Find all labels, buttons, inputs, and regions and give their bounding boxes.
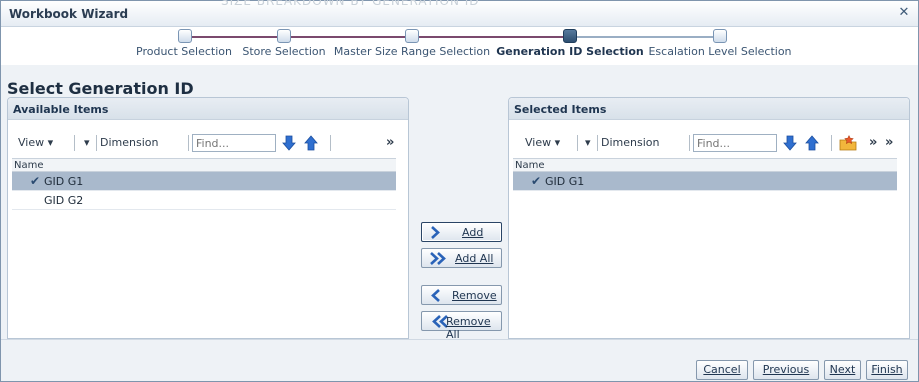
selected-find-input[interactable] [693, 134, 777, 152]
checkmark-icon: ✔ [30, 174, 41, 188]
move-down-arrow-icon[interactable] [282, 135, 296, 157]
toolbar-separator [831, 135, 832, 151]
available-items-table: Name ✔ GID G1 GID G2 [12, 158, 396, 210]
titlebar: SIZE BREAKDOWN BY GENERATION ID Workbook… [1, 0, 918, 27]
dropdown-arrow-icon: ▾ [47, 136, 54, 149]
table-row[interactable]: GID G2 [12, 191, 396, 210]
train-label-master-size[interactable]: Master Size Range Selection [334, 45, 490, 58]
available-panel-title: Available Items [13, 103, 109, 116]
dimension-label[interactable]: Dimension [100, 132, 158, 154]
view-menu[interactable]: View ▾ [18, 132, 53, 154]
remove-button-label: Remove [452, 289, 497, 302]
toolbar-overflow-icon[interactable]: » [869, 132, 877, 154]
cancel-button-label: Cancel [703, 363, 741, 376]
dimension-dropdown-icon[interactable]: ▾ [84, 132, 90, 154]
dimension-dropdown-icon[interactable]: ▾ [585, 132, 591, 154]
selected-items-panel: Selected Items View ▾ ▾ Dimension » » Na [508, 97, 910, 339]
toolbar-separator [689, 135, 690, 151]
add-arrow-icon [429, 226, 443, 242]
add-all-button[interactable]: Add All [421, 248, 502, 268]
train-label-product[interactable]: Product Selection [136, 45, 232, 58]
add-all-button-label: Add All [455, 252, 494, 265]
previous-button[interactable]: Previous [753, 360, 819, 380]
toolbar-separator [597, 135, 598, 151]
close-icon[interactable]: ✕ [897, 6, 911, 20]
row-label: GID G2 [44, 194, 84, 207]
dialog-title: Workbook Wizard [9, 7, 129, 21]
dropdown-arrow-icon: ▾ [554, 136, 561, 149]
move-up-arrow-icon[interactable] [805, 135, 819, 157]
train-label-generation-id: Generation ID Selection [496, 45, 644, 58]
next-button-label: Next [829, 363, 856, 376]
workbook-wizard-dialog: SIZE BREAKDOWN BY GENERATION ID Workbook… [0, 0, 919, 382]
finish-button[interactable]: Finish [866, 360, 908, 380]
move-up-arrow-icon[interactable] [304, 135, 318, 157]
panel-expand-icon[interactable]: » [885, 132, 893, 154]
train-label-escalation: Escalation Level Selection [648, 45, 792, 58]
previous-button-label: Previous [762, 363, 810, 376]
toolbar-separator [330, 135, 331, 151]
row-label: GID G1 [44, 175, 84, 188]
footer-divider [1, 339, 918, 340]
table-row[interactable]: ✔ GID G1 [513, 172, 897, 191]
available-items-panel: Available Items View ▾ ▾ Dimension » Nam… [7, 97, 409, 339]
available-find-input[interactable] [192, 134, 276, 152]
finish-button-label: Finish [871, 363, 903, 376]
remove-all-button[interactable]: Remove All [421, 311, 502, 341]
page-title: Select Generation ID [7, 79, 194, 98]
background-page-text: SIZE BREAKDOWN BY GENERATION ID [221, 0, 480, 8]
table-row[interactable]: ✔ GID G1 [12, 172, 396, 191]
star-folder-icon[interactable] [839, 135, 857, 157]
toolbar-separator [96, 135, 97, 151]
view-menu-label: View [525, 136, 552, 149]
add-button-label: Add [462, 226, 484, 239]
dimension-label[interactable]: Dimension [601, 132, 659, 154]
toolbar-separator [188, 135, 189, 151]
train-line-remaining [570, 36, 720, 38]
remove-arrow-icon [429, 289, 443, 305]
next-button[interactable]: Next [824, 360, 861, 380]
row-label: GID G1 [545, 175, 585, 188]
column-header-name[interactable]: Name [12, 158, 396, 172]
train-stop-escalation [713, 29, 727, 43]
train-stop-master-size[interactable] [405, 29, 419, 43]
available-panel-header: Available Items [8, 98, 408, 120]
train-stop-product[interactable] [178, 29, 192, 43]
train-stop-store[interactable] [277, 29, 291, 43]
cancel-button[interactable]: Cancel [696, 360, 748, 380]
add-button[interactable]: Add [421, 222, 502, 242]
selected-panel-header: Selected Items [509, 98, 909, 120]
view-menu-label: View [18, 136, 45, 149]
train-label-store[interactable]: Store Selection [242, 45, 325, 58]
selected-items-table: Name ✔ GID G1 [513, 158, 897, 191]
add-all-arrow-icon [429, 252, 449, 268]
remove-all-button-label: Remove All [446, 315, 491, 341]
train-stop-generation-id [563, 29, 577, 43]
checkmark-icon: ✔ [531, 174, 542, 188]
view-menu[interactable]: View ▾ [525, 132, 560, 154]
train-line-visited [185, 36, 570, 38]
wizard-train: Product Selection Store Selection Master… [1, 27, 918, 65]
remove-button[interactable]: Remove [421, 285, 502, 305]
selected-panel-title: Selected Items [514, 103, 607, 116]
toolbar-separator [74, 135, 75, 151]
column-header-name[interactable]: Name [513, 158, 897, 172]
move-down-arrow-icon[interactable] [783, 135, 797, 157]
toolbar-separator [577, 135, 578, 151]
toolbar-overflow-icon[interactable]: » [386, 132, 394, 154]
